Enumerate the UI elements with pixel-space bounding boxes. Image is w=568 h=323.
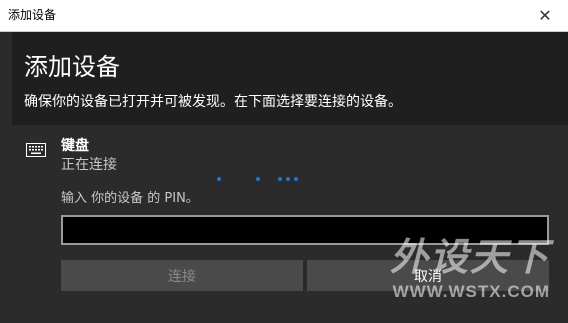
- page-title: 添加设备: [24, 53, 120, 81]
- keyboard-icon: [26, 143, 46, 157]
- progress-dot: [256, 177, 260, 181]
- close-button[interactable]: ✕: [522, 0, 568, 31]
- pin-input[interactable]: [61, 215, 549, 245]
- window-left-edge: [0, 32, 12, 323]
- cancel-button[interactable]: 取消: [307, 260, 549, 291]
- device-status: 正在连接: [61, 157, 117, 173]
- page-subtitle: 确保你的设备已打开并可被发现。在下面选择要连接的设备。: [24, 94, 402, 110]
- pin-prompt: 输入 你的设备 的 PIN。: [61, 191, 199, 206]
- dialog-content: 添加设备 确保你的设备已打开并可被发现。在下面选择要连接的设备。 键盘 正在连接: [12, 32, 568, 323]
- progress-dot: [217, 177, 221, 181]
- window-title: 添加设备: [8, 8, 57, 22]
- connect-button[interactable]: 连接: [61, 260, 303, 291]
- progress-dot: [294, 177, 298, 181]
- close-icon: ✕: [538, 6, 552, 25]
- window-titlebar: 添加设备 ✕: [0, 0, 568, 32]
- device-name: 键盘: [61, 138, 89, 154]
- progress-dot: [278, 177, 282, 181]
- progress-dot: [286, 177, 290, 181]
- progress-dots: [217, 177, 307, 183]
- device-panel: 键盘 正在连接 输入 你的设备 的 PIN。 连接 取消: [12, 125, 568, 323]
